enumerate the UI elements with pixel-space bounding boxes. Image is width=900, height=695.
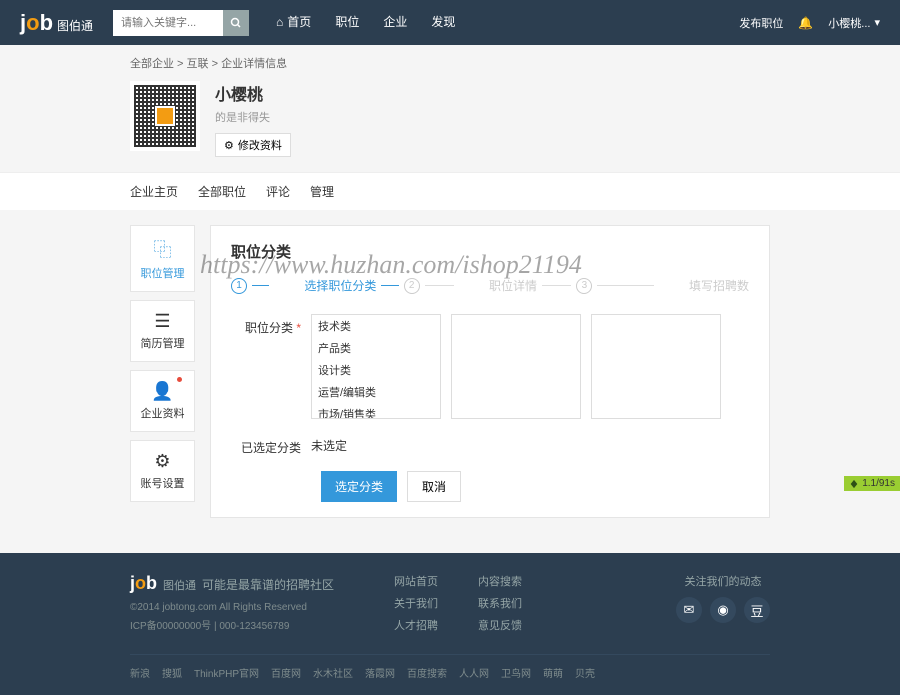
search-button[interactable] bbox=[223, 10, 249, 36]
logo[interactable]: job 图伯通 bbox=[20, 10, 93, 36]
tab-home[interactable]: 企业主页 bbox=[130, 173, 178, 210]
step-3-num: 3 bbox=[576, 278, 592, 294]
sidebar: ⿻ 职位管理 ☰ 简历管理 👤 企业资料 ⚙ 账号设置 bbox=[130, 225, 195, 518]
footer-link[interactable]: 关于我们 bbox=[394, 595, 438, 611]
search-box bbox=[113, 10, 249, 36]
user-icon: 👤 bbox=[136, 381, 189, 402]
footer-link[interactable]: 联系我们 bbox=[478, 595, 522, 611]
category-select-1[interactable]: 技术类 产品类 设计类 运营/编辑类 市场/销售类 人事类 bbox=[311, 314, 441, 419]
friend-link[interactable]: 百度搜索 bbox=[407, 665, 447, 680]
company-tabs: 企业主页 全部职位 评论 管理 bbox=[0, 172, 900, 210]
friend-link[interactable]: 卫鸟网 bbox=[501, 665, 531, 680]
nav-home[interactable]: ⌂首页 bbox=[264, 0, 323, 45]
step-indicator: 1 选择职位分类 2 职位详情 3 填写招聘数 bbox=[231, 277, 749, 294]
friend-link[interactable]: 人人网 bbox=[459, 665, 489, 680]
follow-label: 关注我们的动态 bbox=[676, 573, 770, 589]
nav-jobs[interactable]: 职位 bbox=[323, 0, 371, 45]
company-sub: 的是非得失 bbox=[215, 109, 291, 125]
step-1-num: 1 bbox=[231, 278, 247, 294]
friend-link[interactable]: 落霞网 bbox=[365, 665, 395, 680]
cat-option[interactable]: 市场/销售类 bbox=[312, 403, 440, 419]
step-2-label: 职位详情 bbox=[489, 277, 537, 294]
profile-section: 小樱桃 的是非得失 ⚙ 修改资料 bbox=[0, 76, 900, 172]
bell-icon[interactable]: 🔔 bbox=[798, 16, 813, 30]
tab-manage[interactable]: 管理 bbox=[310, 173, 334, 210]
sidebar-item-company[interactable]: 👤 企业资料 bbox=[130, 370, 195, 432]
step-3-label: 填写招聘数 bbox=[689, 277, 749, 294]
step-2-num: 2 bbox=[404, 278, 420, 294]
wechat-icon[interactable]: ✉ bbox=[676, 597, 702, 623]
company-name: 小樱桃 bbox=[215, 81, 291, 105]
chevron-down-icon: ▾ bbox=[874, 16, 880, 29]
user-menu[interactable]: 小樱桃... ▾ bbox=[828, 15, 880, 31]
gear-icon: ⚙ bbox=[224, 139, 234, 152]
friend-link[interactable]: 水木社区 bbox=[313, 665, 353, 680]
crumb-all[interactable]: 全部企业 bbox=[130, 58, 174, 70]
confirm-button[interactable]: 选定分类 bbox=[321, 471, 397, 502]
list-icon: ☰ bbox=[136, 311, 189, 332]
friend-links: 新浪 搜狐 ThinkPHP官网 百度网 水木社区 落霞网 百度搜索 人人网 卫… bbox=[130, 654, 770, 680]
perf-badge: 1.1/91s bbox=[844, 476, 900, 491]
nav-company[interactable]: 企业 bbox=[371, 0, 419, 45]
edit-profile-button[interactable]: ⚙ 修改资料 bbox=[215, 133, 291, 157]
crumb-current: 企业详情信息 bbox=[221, 58, 287, 70]
top-navbar: job 图伯通 ⌂首页 职位 企业 发现 发布职位 🔔 小樱桃... ▾ bbox=[0, 0, 900, 45]
category-label: 职位分类 * bbox=[231, 314, 311, 419]
step-1-label: 选择职位分类 bbox=[304, 277, 376, 294]
tab-jobs[interactable]: 全部职位 bbox=[198, 173, 246, 210]
cancel-button[interactable]: 取消 bbox=[407, 471, 461, 502]
footer-link[interactable]: 内容搜索 bbox=[478, 573, 522, 589]
selected-label: 已选定分类 bbox=[231, 434, 311, 456]
gear-icon: ⚙ bbox=[136, 451, 189, 472]
nav-discover[interactable]: 发现 bbox=[419, 0, 467, 45]
friend-link[interactable]: 百度网 bbox=[271, 665, 301, 680]
cat-option[interactable]: 技术类 bbox=[312, 315, 440, 337]
category-select-2[interactable] bbox=[451, 314, 581, 419]
footer-link[interactable]: 网站首页 bbox=[394, 573, 438, 589]
cat-option[interactable]: 设计类 bbox=[312, 359, 440, 381]
friend-link[interactable]: 萌萌 bbox=[543, 665, 563, 680]
sidebar-item-jobs[interactable]: ⿻ 职位管理 bbox=[130, 225, 195, 292]
friend-link[interactable]: 新浪 bbox=[130, 665, 150, 680]
category-select-3[interactable] bbox=[591, 314, 721, 419]
selected-value: 未选定 bbox=[311, 434, 347, 456]
copy-icon: ⿻ bbox=[136, 236, 189, 262]
friend-link[interactable]: ThinkPHP官网 bbox=[194, 665, 259, 680]
footer-link[interactable]: 意见反馈 bbox=[478, 617, 522, 633]
sidebar-item-account[interactable]: ⚙ 账号设置 bbox=[130, 440, 195, 502]
search-input[interactable] bbox=[113, 10, 223, 36]
weibo-icon[interactable]: ◉ bbox=[710, 597, 736, 623]
douban-icon[interactable]: 豆 bbox=[744, 597, 770, 623]
friend-link[interactable]: 贝壳 bbox=[575, 665, 595, 680]
footer: job 图伯通 可能是最靠谱的招聘社区 ©2014 jobtong.com Al… bbox=[0, 553, 900, 695]
notification-dot bbox=[177, 377, 182, 382]
home-icon: ⌂ bbox=[276, 0, 283, 45]
cat-option[interactable]: 产品类 bbox=[312, 337, 440, 359]
search-icon bbox=[230, 17, 242, 29]
footer-link[interactable]: 人才招聘 bbox=[394, 617, 438, 633]
qr-code bbox=[130, 81, 200, 151]
content-panel: 职位分类 1 选择职位分类 2 职位详情 3 填写招聘数 职位分类 bbox=[210, 225, 770, 518]
cat-option[interactable]: 运营/编辑类 bbox=[312, 381, 440, 403]
sidebar-item-resume[interactable]: ☰ 简历管理 bbox=[130, 300, 195, 362]
page-title: 职位分类 bbox=[231, 241, 749, 262]
leaf-icon bbox=[849, 479, 859, 489]
friend-link[interactable]: 搜狐 bbox=[162, 665, 182, 680]
breadcrumb: 全部企业 > 互联 > 企业详情信息 bbox=[0, 45, 900, 76]
crumb-cat[interactable]: 互联 bbox=[187, 58, 209, 70]
nav-links: ⌂首页 职位 企业 发现 bbox=[264, 0, 467, 45]
copyright: ©2014 jobtong.com All Rights Reserved bbox=[130, 602, 334, 613]
publish-link[interactable]: 发布职位 bbox=[739, 15, 783, 31]
tab-comments[interactable]: 评论 bbox=[266, 173, 290, 210]
icp: ICP备00000000号 | 000-123456789 bbox=[130, 617, 334, 632]
